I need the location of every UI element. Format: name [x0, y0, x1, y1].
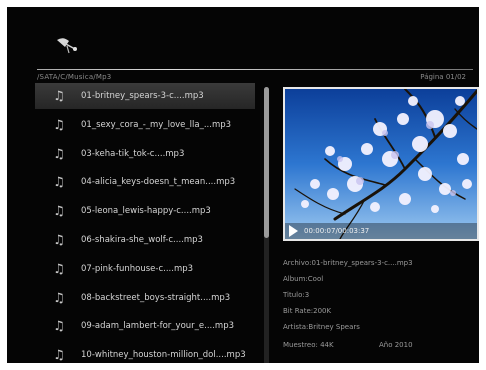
info-bitrate: Bit Rate:200K — [283, 307, 332, 315]
info-muestreo: Muestreo: 44K — [283, 341, 334, 349]
file-list-item[interactable]: ♫ 04-alicia_keys-doesn_t_mean....mp3 — [35, 169, 255, 195]
file-name: 10-whitney_houston-million_dol....mp3 — [81, 350, 246, 360]
music-note-icon: ♫ — [53, 261, 65, 277]
playback-time: 00:00:07/00:03:37 — [304, 227, 370, 235]
file-name: 07-pink-funhouse-c....mp3 — [81, 264, 194, 274]
music-note-icon: ♫ — [53, 146, 65, 162]
file-list-item[interactable]: ♫ 09-adam_lambert-for_your_e....mp3 — [35, 313, 255, 339]
music-note-icon: ♫ — [53, 88, 65, 104]
album-art-image — [285, 89, 477, 239]
media-player-screen: /SATA/C/Musica/Mp3 Página 01/02 ♫ 01-brit… — [7, 7, 479, 363]
music-note-icon: ♫ — [53, 347, 65, 363]
music-note-icon: ♫ — [53, 232, 65, 248]
music-note-icon: ♫ — [53, 117, 65, 133]
folder-path: /SATA/C/Musica/Mp3 — [37, 73, 112, 81]
file-list-item[interactable]: ♫ 05-leona_lewis-happy-c....mp3 — [35, 198, 255, 224]
music-note-icon: ♫ — [53, 174, 65, 190]
satellite-dish-icon — [57, 38, 77, 54]
file-list-item[interactable]: ♫ 08-backstreet_boys-straight....mp3 — [35, 285, 255, 311]
file-list-item[interactable]: ♫ 01-britney_spears-3-c....mp3 — [35, 83, 255, 109]
file-list-item[interactable]: ♫ 01_sexy_cora_-_my_love_lla_...mp3 — [35, 112, 255, 138]
file-name: 05-leona_lewis-happy-c....mp3 — [81, 206, 211, 216]
info-album: Album:Cool — [283, 275, 324, 283]
file-list: ♫ 01-britney_spears-3-c....mp3 ♫ 01_sexy_co… — [35, 83, 259, 363]
file-list-item[interactable]: ♫ 03-keha-tik_tok-c....mp3 — [35, 141, 255, 167]
file-name: 08-backstreet_boys-straight....mp3 — [81, 293, 231, 303]
list-scrollbar[interactable] — [264, 87, 269, 363]
file-name: 06-shakira-she_wolf-c....mp3 — [81, 235, 203, 245]
info-artista: Artista:Britney Spears — [283, 323, 360, 331]
info-anio: Año 2010 — [379, 341, 413, 349]
file-list-item[interactable]: ♫ 07-pink-funhouse-c....mp3 — [35, 256, 255, 282]
music-note-icon: ♫ — [53, 203, 65, 219]
info-archivo: Archivo:01-britney_spears-3-c....mp3 — [283, 259, 413, 267]
file-name: 01-britney_spears-3-c....mp3 — [81, 91, 204, 101]
header-divider — [37, 69, 473, 70]
album-art-preview: 00:00:07/00:03:37 — [283, 87, 479, 241]
file-name: 01_sexy_cora_-_my_love_lla_...mp3 — [81, 120, 232, 130]
play-icon[interactable] — [289, 225, 298, 237]
playback-bar: 00:00:07/00:03:37 — [285, 223, 477, 239]
scrollbar-thumb[interactable] — [264, 87, 269, 238]
file-list-item[interactable]: ♫ 10-whitney_houston-million_dol....mp3 — [35, 342, 255, 363]
file-name: 09-adam_lambert-for_your_e....mp3 — [81, 321, 235, 331]
page-indicator: Página 01/02 — [420, 73, 466, 81]
file-name: 03-keha-tik_tok-c....mp3 — [81, 149, 185, 159]
file-list-item[interactable]: ♫ 06-shakira-she_wolf-c....mp3 — [35, 227, 255, 253]
music-note-icon: ♫ — [53, 318, 65, 334]
music-note-icon: ♫ — [53, 290, 65, 306]
file-name: 04-alicia_keys-doesn_t_mean....mp3 — [81, 177, 236, 187]
info-titulo: Titulo:3 — [283, 291, 310, 299]
